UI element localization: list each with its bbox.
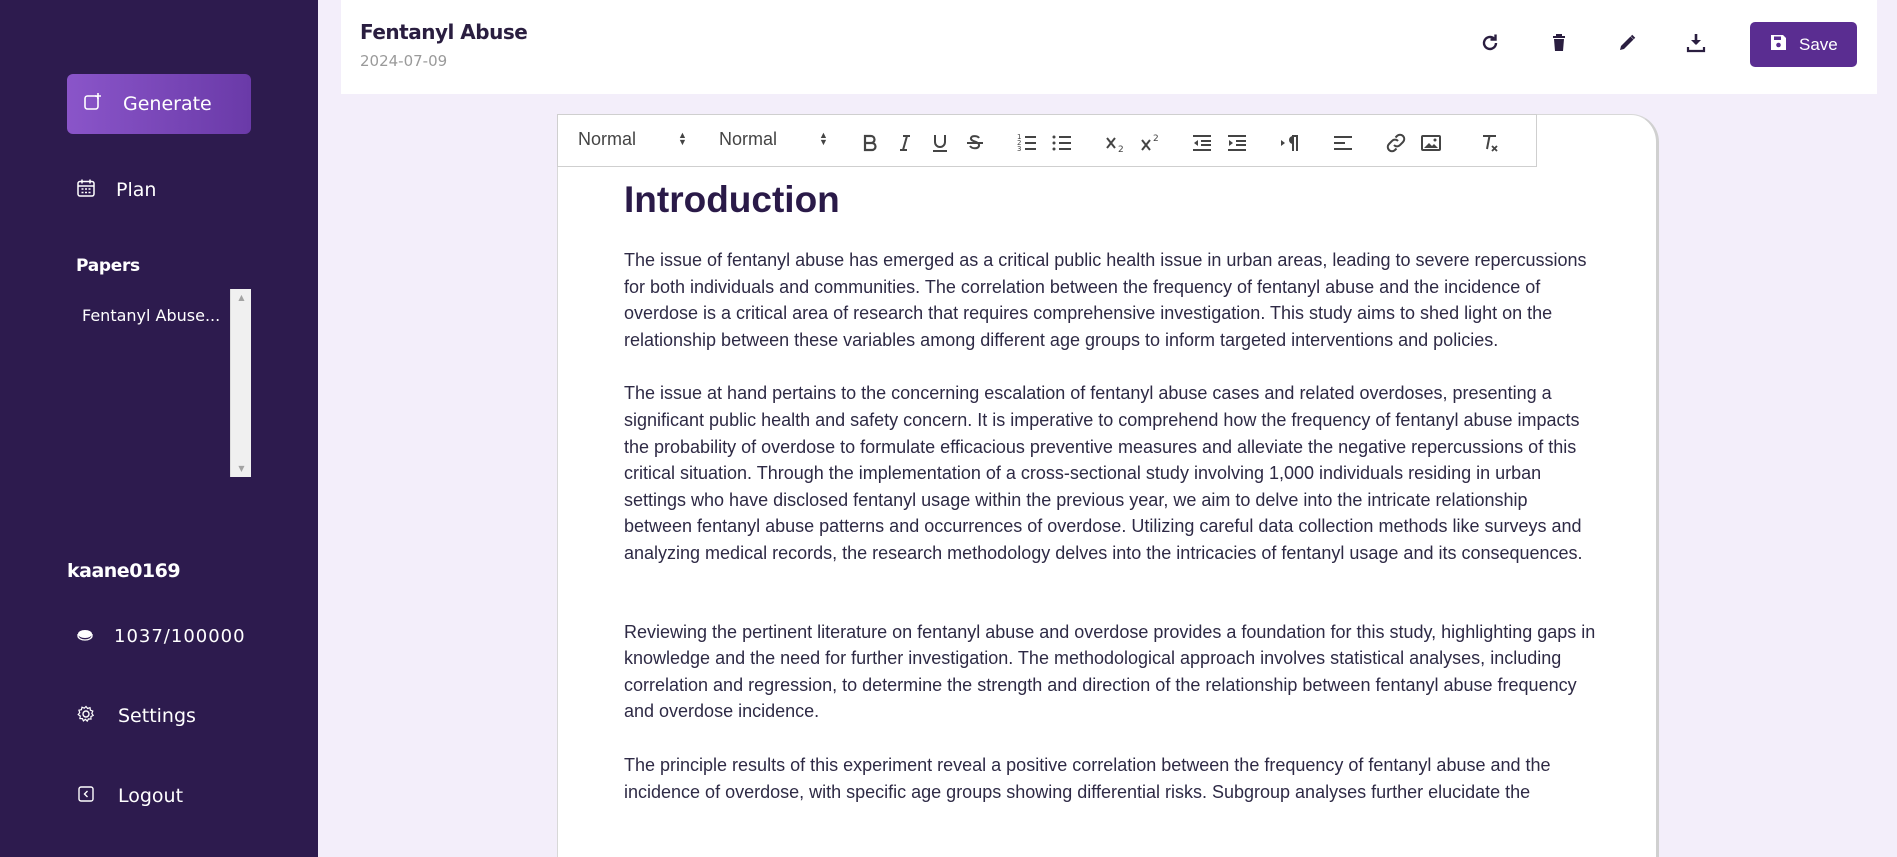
align-left-icon[interactable]	[1331, 131, 1355, 155]
logout-nav-item[interactable]: Logout	[76, 784, 183, 808]
document-content[interactable]: Introduction The issue of fentanyl abuse…	[624, 179, 1596, 832]
underline-icon[interactable]	[928, 131, 952, 155]
generate-label: Generate	[123, 93, 212, 115]
outdent-icon[interactable]	[1190, 131, 1214, 155]
size-select[interactable]: Normal ▲ ▼	[719, 129, 829, 150]
link-icon[interactable]	[1384, 131, 1408, 155]
heading-select-value: Normal	[578, 129, 637, 149]
settings-nav-item[interactable]: Settings	[76, 704, 196, 728]
select-arrows-icon: ▲ ▼	[819, 130, 828, 147]
scroll-up-icon[interactable]: ▲	[231, 289, 252, 306]
superscript-icon[interactable]: 2	[1138, 131, 1162, 155]
ordered-list-icon[interactable]: 123	[1015, 131, 1039, 155]
document-header: Fentanyl Abuse 2024-07-09 Save	[341, 0, 1877, 94]
clear-formatting-icon[interactable]	[1478, 131, 1502, 155]
section-heading: Introduction	[624, 179, 840, 220]
pencil-icon[interactable]	[1616, 32, 1638, 54]
save-button[interactable]: Save	[1750, 22, 1857, 67]
settings-label: Settings	[118, 705, 196, 727]
download-icon[interactable]	[1685, 32, 1707, 54]
text-direction-icon[interactable]	[1278, 131, 1302, 155]
plan-nav-item[interactable]: Plan	[76, 178, 156, 202]
credits-display: 1037/100000	[76, 626, 246, 647]
calendar-icon	[76, 178, 96, 202]
paragraph: The issue at hand pertains to the concer…	[624, 383, 1583, 563]
username: kaane0169	[67, 560, 181, 582]
papers-heading: Papers	[76, 256, 140, 276]
document-title: Fentanyl Abuse	[360, 20, 528, 44]
floppy-disk-icon	[1770, 34, 1787, 55]
paragraph: The principle results of this experiment…	[624, 754, 1551, 802]
document-date: 2024-07-09	[360, 52, 448, 70]
generate-icon	[83, 92, 103, 116]
logout-icon	[76, 784, 96, 808]
sidebar: Generate Plan Papers Fentanyl Abuse... ▲…	[0, 0, 318, 857]
generate-button[interactable]: Generate	[67, 74, 251, 134]
heading-select[interactable]: Normal ▲ ▼	[578, 129, 688, 150]
size-select-value: Normal	[719, 129, 778, 149]
select-arrows-icon: ▲ ▼	[678, 130, 687, 147]
save-label: Save	[1799, 34, 1838, 54]
papers-list: Fentanyl Abuse... ▲ ▼	[67, 289, 251, 477]
indent-icon[interactable]	[1225, 131, 1249, 155]
logout-label: Logout	[118, 785, 184, 807]
plan-label: Plan	[116, 179, 157, 201]
svg-text:3: 3	[1017, 145, 1021, 153]
gear-icon	[76, 704, 96, 728]
papers-scrollbar[interactable]: ▲ ▼	[230, 289, 251, 477]
editor-toolbar: Normal ▲ ▼ Normal ▲ ▼ 123 2 2	[557, 114, 1537, 167]
paragraph: Reviewing the pertinent literature on fe…	[624, 621, 1596, 722]
document-editor[interactable]: Normal ▲ ▼ Normal ▲ ▼ 123 2 2 Introducti…	[557, 114, 1659, 857]
trash-icon[interactable]	[1548, 32, 1570, 54]
bullet-list-icon[interactable]	[1050, 131, 1074, 155]
italic-icon[interactable]	[893, 131, 917, 155]
paragraph: The issue of fentanyl abuse has emerged …	[624, 250, 1587, 350]
bold-icon[interactable]	[858, 131, 882, 155]
image-icon[interactable]	[1419, 131, 1443, 155]
svg-text:2: 2	[1153, 134, 1159, 144]
credits-label: 1037/100000	[114, 626, 246, 647]
paper-item-fentanyl-abuse[interactable]: Fentanyl Abuse...	[82, 306, 220, 325]
subscript-icon[interactable]: 2	[1103, 131, 1127, 155]
coin-icon	[76, 627, 94, 646]
strikethrough-icon[interactable]	[963, 131, 987, 155]
refresh-icon[interactable]	[1479, 32, 1501, 54]
svg-text:2: 2	[1118, 145, 1124, 155]
scroll-down-icon[interactable]: ▼	[231, 460, 252, 477]
